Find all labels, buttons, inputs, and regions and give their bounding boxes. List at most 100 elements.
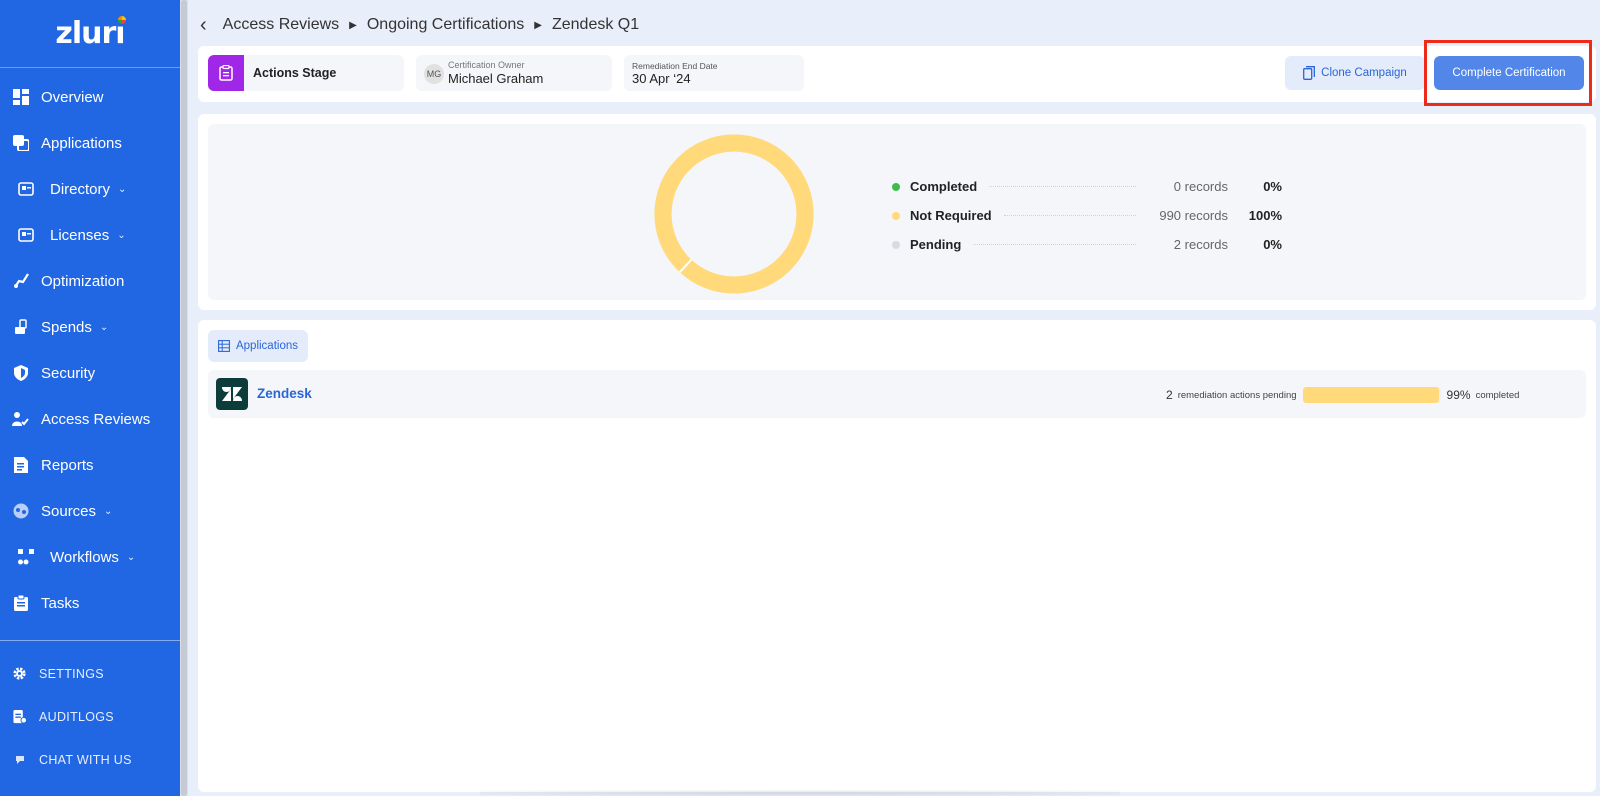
sidebar-divider <box>0 640 180 641</box>
sidebar-item-spends[interactable]: Spends ⌄ <box>0 304 180 350</box>
sidebar: zluri Overview Applications Directory ⌄ … <box>0 0 180 796</box>
legend-leader-line <box>1003 215 1136 216</box>
sidebar-item-workflows[interactable]: Workflows ⌄ <box>0 534 180 580</box>
sidebar-item-tasks[interactable]: Tasks <box>0 580 180 626</box>
donut-chart <box>654 134 814 294</box>
donut-slice-not-required[interactable] <box>654 134 814 294</box>
gear-icon <box>12 666 27 681</box>
legend-label: Completed <box>910 179 978 194</box>
scrollbar-thumb[interactable] <box>181 0 187 796</box>
logo-dot <box>115 14 128 26</box>
owner-name: Michael Graham <box>448 71 544 86</box>
sidebar-item-label: Access Reviews <box>41 410 151 428</box>
chevron-down-icon: ⌄ <box>126 551 136 563</box>
chat-icon <box>12 752 27 767</box>
legend-dot <box>892 182 900 191</box>
back-arrow-icon[interactable]: ‹ <box>200 14 207 37</box>
applications-panel: Applications Zendesk 2 remediation actio… <box>198 320 1596 792</box>
sidebar-item-label: Licenses <box>50 226 110 244</box>
clipboard-icon <box>208 55 244 91</box>
logo[interactable]: zluri <box>0 0 180 68</box>
sidebar-item-label: Spends <box>41 318 92 336</box>
sidebar-item-overview[interactable]: Overview <box>0 74 180 120</box>
breadcrumb-separator-icon: ▶ <box>349 19 357 31</box>
directory-icon <box>17 181 34 198</box>
reports-icon <box>12 457 29 474</box>
legend-records: 0 records <box>1173 179 1228 194</box>
sidebar-item-applications[interactable]: Applications <box>0 120 180 166</box>
legend-label: Not Required <box>910 208 992 223</box>
sidebar-item-security[interactable]: Security <box>0 350 180 396</box>
sidebar-item-label: Reports <box>41 456 94 474</box>
sidebar-item-label: Directory <box>50 180 111 198</box>
sidebar-item-chat[interactable]: CHAT WITH US <box>0 738 180 781</box>
tab-label: Applications <box>235 340 298 352</box>
stage-label: Actions Stage <box>253 66 337 80</box>
overview-icon <box>12 89 29 106</box>
sources-icon <box>12 503 29 520</box>
legend-row-not-required: Not Required 990 records 100% <box>892 201 1282 230</box>
logo-text: zluri <box>55 16 125 51</box>
sidebar-item-label: Workflows <box>50 548 119 566</box>
licenses-icon <box>17 227 34 244</box>
app-progress-status: 2 remediation actions pending 99% comple… <box>1166 387 1519 403</box>
sidebar-item-optimization[interactable]: Optimization <box>0 258 180 304</box>
stage-card: Actions Stage <box>208 55 404 91</box>
chevron-down-icon: ⌄ <box>118 183 127 195</box>
progress-bar <box>1302 387 1441 403</box>
bottom-shadow <box>480 790 1120 796</box>
access-reviews-icon <box>12 411 29 428</box>
list-item[interactable]: Zendesk 2 remediation actions pending 99… <box>208 370 1586 418</box>
applications-icon <box>12 135 29 152</box>
sidebar-item-sources[interactable]: Sources ⌄ <box>0 488 180 534</box>
tab-applications[interactable]: Applications <box>208 330 308 362</box>
breadcrumb-item[interactable]: Access Reviews <box>223 16 339 34</box>
clone-campaign-button[interactable]: Clone Campaign <box>1285 56 1425 90</box>
summary-card: Completed 0 records 0% Not Required 990 … <box>198 114 1596 310</box>
sidebar-item-label: Security <box>41 364 96 382</box>
sidebar-bottom-nav: SETTINGS AUDITLOGS CHAT WITH US <box>0 652 180 781</box>
sidebar-item-label: AUDITLOGS <box>39 709 114 724</box>
sidebar-item-label: CHAT WITH US <box>39 752 132 767</box>
breadcrumb-current: Zendesk Q1 <box>551 16 640 33</box>
sidebar-nav: Overview Applications Directory ⌄ Licens… <box>0 68 180 626</box>
sidebar-item-reports[interactable]: Reports <box>0 442 180 488</box>
pending-text: remediation actions pending <box>1177 389 1297 401</box>
breadcrumb-item[interactable]: Ongoing Certifications <box>367 16 524 34</box>
progress-fill <box>1302 387 1440 403</box>
pending-count: 2 <box>1166 388 1173 402</box>
spends-icon <box>12 319 29 336</box>
chevron-down-icon: ⌄ <box>104 505 113 517</box>
sidebar-item-auditlogs[interactable]: AUDITLOGS <box>0 695 180 738</box>
security-icon <box>12 365 29 382</box>
app-name-link[interactable]: Zendesk <box>257 386 312 401</box>
chart-legend: Completed 0 records 0% Not Required 990 … <box>892 172 1282 259</box>
chevron-down-icon: ⌄ <box>117 229 126 241</box>
date-card: Remediation End Date 30 Apr ‘24 <box>624 55 804 91</box>
legend-label: Pending <box>910 237 962 252</box>
tasks-icon <box>12 595 29 612</box>
sidebar-item-label: Applications <box>41 134 122 152</box>
sidebar-item-label: SETTINGS <box>39 666 104 681</box>
sidebar-item-licenses[interactable]: Licenses ⌄ <box>0 212 180 258</box>
legend-dot <box>892 240 900 249</box>
copy-icon <box>1303 66 1316 80</box>
legend-percent: 0% <box>1263 237 1282 252</box>
chevron-down-icon: ⌄ <box>99 321 109 333</box>
sidebar-item-access-reviews[interactable]: Access Reviews <box>0 396 180 442</box>
sidebar-item-label: Sources <box>41 502 97 520</box>
sidebar-item-directory[interactable]: Directory ⌄ <box>0 166 180 212</box>
workflows-icon <box>17 549 34 566</box>
legend-percent: 100% <box>1248 208 1282 223</box>
optimization-icon <box>12 273 29 290</box>
complete-certification-button[interactable]: Complete Certification <box>1434 56 1584 90</box>
legend-dot <box>892 211 900 220</box>
table-icon <box>218 340 230 352</box>
legend-records: 990 records <box>1159 208 1228 223</box>
avatar: MG <box>424 64 444 84</box>
legend-row-completed: Completed 0 records 0% <box>892 172 1282 201</box>
completed-text: completed <box>1475 389 1520 401</box>
summary-inner: Completed 0 records 0% Not Required 990 … <box>208 124 1586 300</box>
sidebar-scrollbar[interactable] <box>180 0 188 796</box>
sidebar-item-settings[interactable]: SETTINGS <box>0 652 180 695</box>
